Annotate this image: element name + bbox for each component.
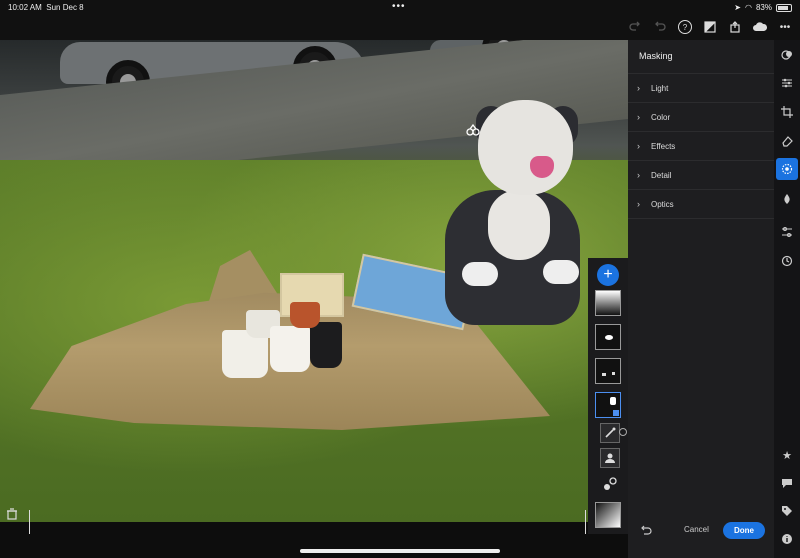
compare-icon[interactable] (701, 18, 719, 36)
reset-icon[interactable] (640, 525, 652, 538)
battery-percent: 83% (755, 3, 772, 12)
undo-icon[interactable] (651, 18, 669, 36)
presets-icon[interactable] (778, 46, 796, 64)
cloud-icon[interactable] (751, 18, 769, 36)
mask-thumbnail[interactable] (595, 358, 621, 384)
blur-drop-icon[interactable] (778, 190, 796, 208)
done-button[interactable]: Done (723, 522, 765, 539)
section-optics[interactable]: › Optics (628, 189, 774, 219)
info-icon[interactable] (778, 530, 796, 548)
crop-icon[interactable] (778, 103, 796, 121)
mask-thumbnail-selected[interactable] (595, 392, 621, 418)
star-icon[interactable]: ★ (778, 446, 796, 464)
section-detail[interactable]: › Detail (628, 160, 774, 189)
tool-rail: ★ (774, 40, 800, 558)
more-icon[interactable]: ••• (776, 18, 794, 36)
photo-canvas[interactable] (0, 40, 628, 522)
eraser-icon[interactable] (778, 132, 796, 150)
location-icon: ➤ (734, 3, 741, 12)
tag-icon[interactable] (778, 502, 796, 520)
chevron-right-icon: › (637, 83, 640, 93)
help-icon[interactable]: ? (676, 18, 694, 36)
mask-options-icon[interactable] (602, 476, 618, 492)
status-bar: 10:02 AM Sun Dec 8 ••• ➤ ◠ 83% (0, 0, 800, 14)
brush-icon[interactable] (600, 423, 620, 443)
share-icon[interactable] (726, 18, 744, 36)
subtract-mask-icon[interactable] (619, 428, 627, 436)
plush-dog-head (478, 100, 573, 195)
mask-thumbnail[interactable] (595, 502, 621, 528)
mask-list: + (588, 258, 628, 534)
section-light[interactable]: › Light (628, 73, 774, 102)
mask-thumbnail[interactable] (595, 324, 621, 350)
masking-panel: Masking › Light › Color › Effects › Deta… (628, 40, 774, 558)
chevron-right-icon: › (637, 141, 640, 151)
plush-dog-paw (462, 262, 498, 286)
section-effects[interactable]: › Effects (628, 131, 774, 160)
masking-icon[interactable] (776, 158, 798, 180)
adjust-sliders-icon[interactable] (778, 74, 796, 92)
mug (310, 322, 342, 368)
battery-icon (776, 3, 792, 12)
chevron-right-icon: › (637, 199, 640, 209)
plush-dog-chest (488, 190, 550, 260)
panel-title: Masking (639, 51, 673, 61)
section-color[interactable]: › Color (628, 102, 774, 131)
plush-dog-paw (543, 260, 579, 284)
mug (290, 302, 320, 328)
multitasking-dots[interactable]: ••• (392, 1, 406, 12)
select-subject-icon[interactable] (600, 448, 620, 468)
add-mask-button[interactable]: + (597, 264, 619, 286)
status-indicators: ➤ ◠ 83% (734, 3, 792, 12)
gradient-handle[interactable] (29, 510, 30, 534)
versions-icon[interactable] (778, 223, 796, 241)
cancel-button[interactable]: Cancel (684, 525, 709, 534)
wifi-icon: ◠ (745, 3, 752, 12)
trash-icon[interactable] (6, 508, 22, 524)
mask-pin-icon[interactable] (466, 123, 480, 136)
gradient-handle[interactable] (585, 510, 586, 534)
status-time: 10:02 AM Sun Dec 8 (8, 3, 84, 12)
history-icon[interactable] (778, 252, 796, 270)
comment-icon[interactable] (778, 474, 796, 492)
chevron-right-icon: › (637, 112, 640, 122)
mask-thumbnail[interactable] (595, 290, 621, 316)
home-indicator[interactable] (300, 549, 500, 553)
top-toolbar: ? ••• (0, 14, 800, 40)
redo-icon[interactable] (626, 18, 644, 36)
mug (270, 326, 310, 372)
chevron-right-icon: › (637, 170, 640, 180)
